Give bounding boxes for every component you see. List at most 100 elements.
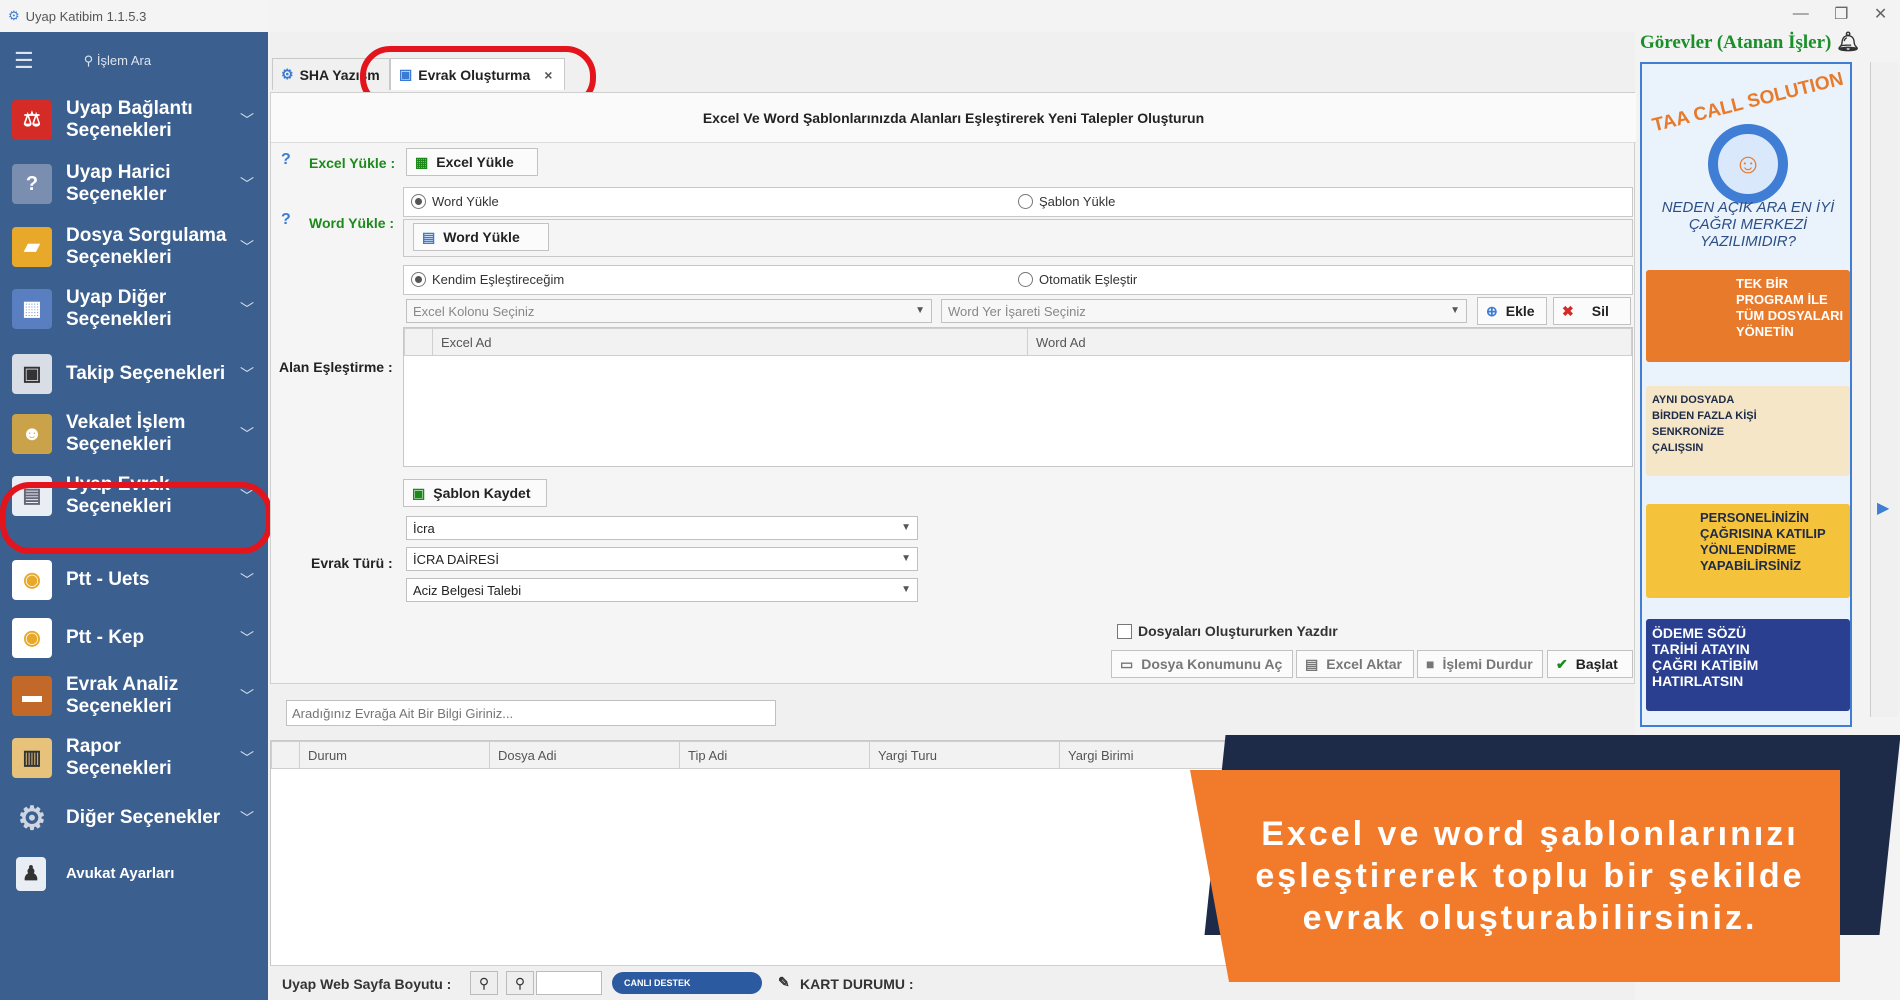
sidebar-item-label: Diğer Seçenekler — [66, 807, 221, 828]
stop-label: İşlemi Durdur — [1442, 656, 1533, 672]
ad-card-1: TEK BİR PROGRAM İLE TÜM DOSYALARI YÖNETİ… — [1646, 270, 1850, 362]
word-upload-area — [403, 219, 1633, 257]
search-box[interactable]: ⚲ İşlem Ara — [84, 53, 151, 69]
sidebar-item-label: Uyap Harici Seçenekler — [66, 162, 171, 205]
match-auto-radio[interactable]: Otomatik Eşleştir — [1018, 272, 1137, 287]
restore-icon[interactable]: ❐ — [1834, 4, 1848, 24]
col-tip-adi[interactable]: Tip Adi — [680, 742, 870, 768]
doc-type-value: İCRA DAİRESİ — [413, 551, 499, 567]
radio-indicator — [1018, 194, 1033, 209]
sidebar-item-ptt-kep[interactable]: ◉ Ptt - Kep ﹀ — [0, 610, 268, 666]
word-label: Word Yükle : — [309, 215, 395, 231]
document-search-input[interactable] — [286, 700, 776, 726]
col-word-ad[interactable]: Word Ad — [1028, 329, 1631, 355]
person-icon: ☻ — [12, 414, 52, 454]
col-durum[interactable]: Durum — [300, 742, 490, 768]
promo-overlay: Excel ve word şablonlarınızı eşleştirere… — [1190, 770, 1840, 982]
help-icon[interactable]: ? — [281, 211, 291, 229]
excel-column-select[interactable]: Excel Kolonu Seçiniz ▼ — [406, 299, 932, 323]
add-label: Ekle — [1505, 303, 1535, 319]
tasks-title: Görevler (Atanan İşler) 🔔︎ — [1640, 30, 1870, 54]
sidebar-item-uyap-diger[interactable]: ▦ Uyap Diğer Seçenekleri ﹀ — [0, 281, 268, 337]
delete-icon: ✖ — [1562, 302, 1574, 319]
sidebar-item-vekalet[interactable]: ☻ Vekalet İşlem Seçenekleri ﹀ — [0, 406, 268, 462]
save-icon: ▣ — [412, 484, 426, 501]
gear-icon: ⚙ — [17, 800, 47, 836]
zoom-out-icon[interactable]: ⚲ — [470, 971, 498, 995]
excel-upload-label: Excel Yükle — [436, 154, 514, 170]
doc-type-select-1[interactable]: İcra ▼ — [406, 516, 918, 540]
col-dosya-adi[interactable]: Dosya Adi — [490, 742, 680, 768]
export-excel-button[interactable]: ▤ Excel Aktar — [1296, 650, 1414, 678]
sidebar-item-label: Uyap Diğer Seçenekleri — [66, 287, 172, 330]
sidebar-item-evrak-analiz[interactable]: ▬ Evrak Analiz Seçenekleri ﹀ — [0, 668, 268, 724]
sidebar-item-dosya-sorgulama[interactable]: ▰ Dosya Sorgulama Seçenekleri ﹀ — [0, 219, 268, 275]
start-button[interactable]: ✔ Başlat — [1547, 650, 1633, 678]
briefcase-icon: ▬ — [12, 676, 52, 716]
ptt-icon: ◉ — [12, 618, 52, 658]
sidebar-item-diger[interactable]: ⚙ Diğer Seçenekler ﹀ — [0, 790, 268, 846]
dropdown-arrow-icon: ▼ — [1450, 305, 1460, 316]
add-button[interactable]: ⊕ Ekle — [1477, 297, 1547, 325]
sidebar-item-label: Avukat Ayarları — [66, 865, 175, 882]
check-icon: ✔ — [1556, 655, 1568, 672]
word-bookmark-placeholder: Word Yer İşareti Seçiniz — [948, 303, 1086, 319]
help-icon[interactable]: ? — [281, 151, 291, 169]
word-upload-radio[interactable]: Word Yükle — [411, 194, 499, 209]
template-upload-radio[interactable]: Şablon Yükle — [1018, 194, 1115, 209]
sidebar-item-uyap-harici[interactable]: ? Uyap Harici Seçenekler ﹀ — [0, 156, 268, 212]
radio-indicator — [411, 194, 426, 209]
col-excel-ad[interactable]: Excel Ad — [433, 329, 1028, 355]
chevron-down-icon: ﹀ — [240, 572, 254, 588]
minimize-icon[interactable]: — — [1793, 5, 1809, 23]
ad-question: NEDEN AÇIK ARA EN İYİ ÇAĞRI MERKEZİ YAZI… — [1661, 199, 1835, 250]
sidebar: ☰ ⚲ İşlem Ara ⚖ Uyap Bağlantı Seçenekler… — [0, 32, 272, 1000]
excel-icon: ▦ — [415, 153, 429, 170]
delete-button[interactable]: ✖ Sil — [1553, 297, 1631, 325]
chevron-down-icon: ﹀ — [240, 301, 254, 317]
field-matching-label: Alan Eşleştirme : — [279, 359, 393, 375]
sidebar-item-avukat[interactable]: ♟ Avukat Ayarları — [0, 846, 268, 902]
zoom-in-icon[interactable]: ⚲ — [506, 971, 534, 995]
open-location-button[interactable]: ▭ Dosya Konumunu Aç — [1111, 650, 1293, 678]
brand-gear-icon: ☺ — [1708, 124, 1788, 204]
collapse-strip: ▶ — [1870, 62, 1898, 717]
expand-arrow-icon[interactable]: ▶ — [1877, 498, 1889, 518]
sidebar-item-uyap-baglanti[interactable]: ⚖ Uyap Bağlantı Seçenekleri ﹀ — [0, 92, 268, 148]
print-checkbox[interactable]: Dosyaları Oluştururken Yazdır — [1117, 623, 1338, 639]
lawyer-icon: ♟ — [16, 857, 46, 891]
grid-corner — [272, 742, 300, 768]
plus-icon: ⊕ — [1486, 302, 1498, 319]
radio-label: Kendim Eşleştireceğim — [432, 272, 565, 287]
save-template-button[interactable]: ▣ Şablon Kaydet — [403, 479, 547, 507]
close-icon[interactable]: ✕ — [1874, 4, 1887, 24]
word-bookmark-select[interactable]: Word Yer İşareti Seçiniz ▼ — [941, 299, 1467, 323]
ad-card-2: AYNI DOSYADA BİRDEN FAZLA KİŞİ SENKRONİZ… — [1646, 386, 1850, 476]
checkbox-box — [1117, 623, 1132, 639]
excel-upload-button[interactable]: ▦ Excel Yükle — [406, 148, 538, 176]
title-bar: ⚙ Uyap Katibim 1.1.5.3 — [0, 0, 268, 32]
page-size-input[interactable] — [536, 971, 602, 995]
sidebar-item-rapor[interactable]: ▥ Rapor Seçenekleri ﹀ — [0, 730, 268, 786]
ad-text: TEK BİR PROGRAM İLE TÜM DOSYALARI YÖNETİ… — [1736, 276, 1844, 339]
app-logo-icon: ⚙ — [8, 8, 20, 23]
doc-type-select-3[interactable]: Aciz Belgesi Talebi ▼ — [406, 578, 918, 602]
help-book-icon: ? — [12, 164, 52, 204]
ad-card-4: ÖDEME SÖZÜ TARİHİ ATAYIN ÇAĞRI KATİBİM H… — [1646, 619, 1850, 711]
sidebar-item-takip[interactable]: ▣ Takip Seçenekleri ﹀ — [0, 346, 268, 402]
save-template-label: Şablon Kaydet — [433, 485, 531, 501]
sidebar-item-label: Uyap Bağlantı Seçenekleri — [66, 98, 193, 141]
bell-icon[interactable]: 🔔︎ — [1836, 31, 1860, 53]
stop-button[interactable]: ■ İşlemi Durdur — [1417, 650, 1543, 678]
live-support-button[interactable]: CANLI DESTEK — [612, 972, 762, 994]
hamburger-icon[interactable]: ☰ — [14, 48, 34, 74]
word-upload-button[interactable]: ▤ Word Yükle — [413, 223, 549, 251]
doc-type-select-2[interactable]: İCRA DAİRESİ ▼ — [406, 547, 918, 571]
chevron-down-icon: ﹀ — [240, 688, 254, 704]
match-self-radio[interactable]: Kendim Eşleştireceğim — [411, 272, 564, 287]
col-yargi-turu[interactable]: Yargi Turu — [870, 742, 1060, 768]
search-icon: ⚲ — [83, 53, 94, 68]
ad-banner[interactable]: TAA CALL SOLUTION ☺ NEDEN AÇIK ARA EN İY… — [1640, 62, 1852, 727]
page-size-label: Uyap Web Sayfa Boyutu : — [282, 976, 452, 992]
sidebar-item-ptt-uets[interactable]: ◉ Ptt - Uets ﹀ — [0, 552, 268, 608]
